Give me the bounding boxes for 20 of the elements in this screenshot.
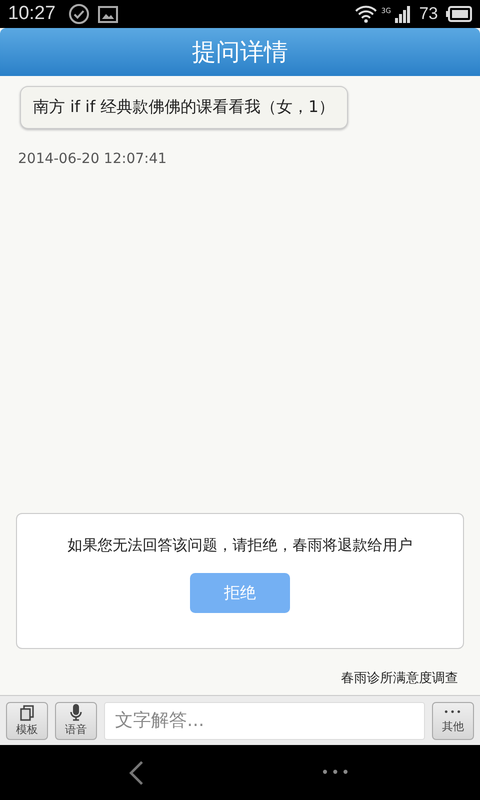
question-text: 南方 if if 经典款佛佛的课看看我（女，1） xyxy=(33,97,335,116)
back-icon[interactable] xyxy=(128,760,144,786)
status-time: 10:27 xyxy=(8,3,56,25)
answer-input[interactable]: 文字解答... xyxy=(104,702,425,740)
menu-button[interactable]: ••• xyxy=(320,764,352,780)
battery-icon xyxy=(446,6,472,22)
notice-text: 如果您无法回答该问题，请拒绝，春雨将退款给用户 xyxy=(68,536,412,555)
template-button[interactable]: 模板 xyxy=(6,702,48,740)
document-icon xyxy=(20,704,34,720)
battery-level: 73 xyxy=(419,4,438,24)
page-title: 提问详情 xyxy=(192,37,288,68)
signal-icon xyxy=(395,5,412,23)
survey-link[interactable]: 春雨诊所满意度调查 xyxy=(341,669,458,687)
more-button[interactable]: ••• 其他 xyxy=(432,702,474,740)
wifi-icon xyxy=(355,5,378,23)
question-time: 2014-06-20 12:07:41 xyxy=(18,151,167,167)
image-icon xyxy=(98,6,118,22)
microphone-icon xyxy=(70,704,82,721)
voice-button[interactable]: 语音 xyxy=(55,702,97,740)
check-circle-icon xyxy=(68,3,90,25)
